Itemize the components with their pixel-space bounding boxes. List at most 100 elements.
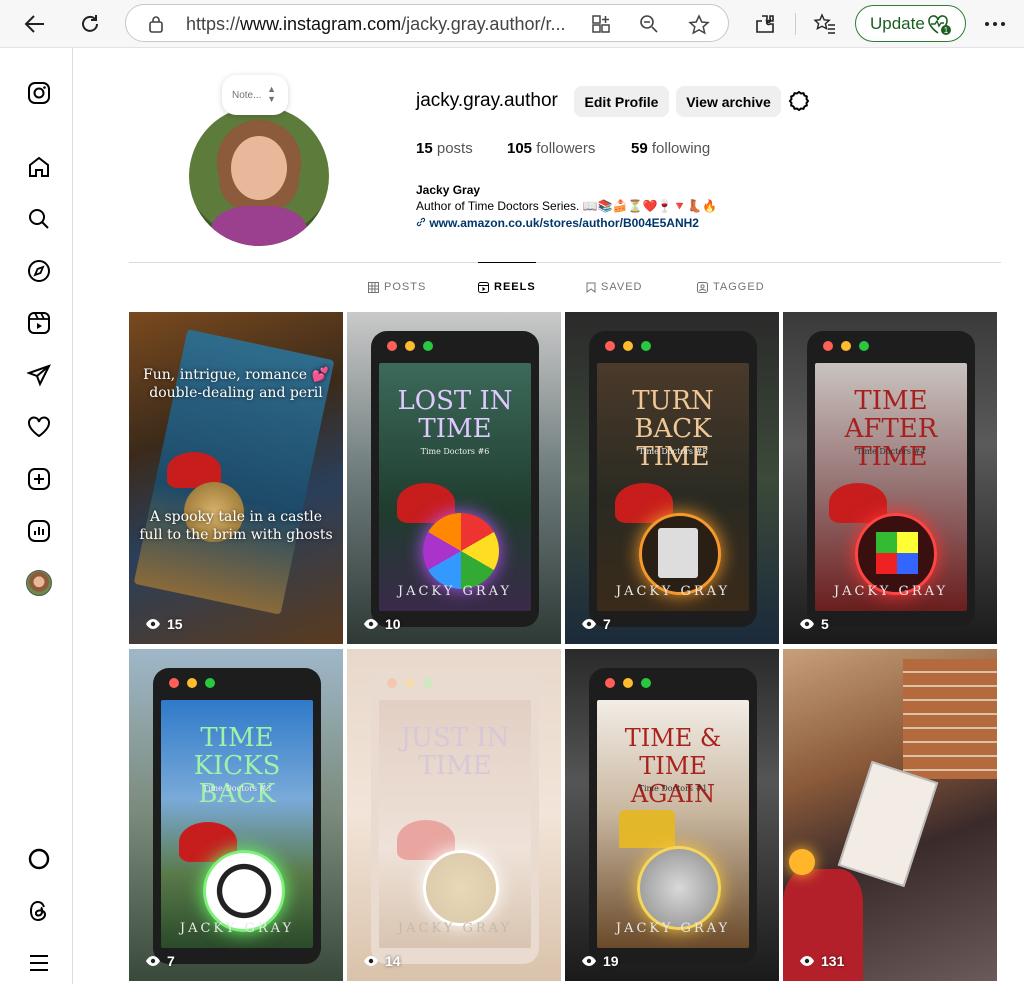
meta-ai-icon[interactable] bbox=[26, 846, 52, 872]
profile-avatar-icon[interactable] bbox=[26, 570, 52, 596]
rubiks-cube-ring-image bbox=[855, 513, 937, 595]
book-author: JACKY GRAY bbox=[833, 584, 949, 599]
eye-icon bbox=[364, 956, 378, 966]
notifications-heart-icon[interactable] bbox=[26, 414, 52, 440]
book-in-hand-image bbox=[837, 760, 939, 888]
book-author: JACKY GRAY bbox=[397, 921, 513, 936]
back-icon[interactable] bbox=[20, 9, 50, 39]
favorite-star-icon[interactable] bbox=[688, 14, 710, 36]
lock-icon[interactable] bbox=[148, 15, 164, 33]
reel-views: 15 bbox=[145, 616, 183, 632]
reel-tile[interactable]: TIME AFTER TIME Time Doctors #4 JACKY GR… bbox=[783, 312, 997, 644]
reel-views: 7 bbox=[581, 616, 611, 632]
book-subtitle: Time Doctors #3 bbox=[202, 784, 272, 793]
tabs-divider bbox=[129, 262, 1001, 263]
reel-views: 19 bbox=[581, 953, 619, 969]
reel-tile[interactable]: Fun, intrigue, romance 💕 double-dealing … bbox=[129, 312, 343, 644]
profile-full-name: Jacky Gray bbox=[416, 183, 481, 197]
extensions-icon[interactable] bbox=[750, 9, 780, 39]
tab-saved[interactable]: SAVED bbox=[586, 281, 642, 293]
edit-profile-button[interactable]: Edit Profile bbox=[574, 86, 669, 117]
book-title: TIME KICKS BACK bbox=[193, 723, 281, 809]
health-heart-icon: 1 bbox=[928, 15, 951, 35]
insights-icon[interactable] bbox=[26, 518, 52, 544]
link-icon bbox=[416, 217, 426, 227]
reel-tile[interactable]: TURN BACK TIME Time Doctors #5 JACKY GRA… bbox=[565, 312, 779, 644]
book-title: LOST IN TIME bbox=[397, 386, 513, 444]
profile-website-link[interactable]: www.amazon.co.uk/stores/author/B004E5ANH… bbox=[416, 216, 699, 230]
view-archive-button[interactable]: View archive bbox=[676, 86, 781, 117]
eye-icon bbox=[146, 619, 160, 629]
note-bubble[interactable]: Note... ▲ ▼ bbox=[222, 75, 288, 115]
reels-tab-icon bbox=[478, 281, 489, 293]
reel-tile[interactable]: JUST IN TIME JACKY GRAY 14 bbox=[347, 649, 561, 981]
reel-views: 14 bbox=[363, 953, 401, 969]
profile-website-text: www.amazon.co.uk/stores/author/B004E5ANH… bbox=[429, 216, 699, 230]
reel-overlay-top: Fun, intrigue, romance 💕 double-dealing … bbox=[143, 367, 329, 401]
home-icon[interactable] bbox=[26, 154, 52, 180]
reel-tile[interactable]: 131 bbox=[783, 649, 997, 981]
eye-icon bbox=[582, 619, 596, 629]
profile-avatar[interactable] bbox=[189, 106, 329, 246]
threads-icon[interactable] bbox=[26, 898, 52, 924]
football-ring-image bbox=[203, 850, 285, 932]
reel-overlay-bottom: A spooky tale in a castle full to the br… bbox=[139, 509, 333, 543]
following-stat[interactable]: 59 following bbox=[631, 140, 710, 157]
book-title: TIME & TIME AGAIN bbox=[624, 724, 722, 808]
reel-tile[interactable]: TIME & TIME AGAIN Time Doctors #1 JACKY … bbox=[565, 649, 779, 981]
phone-frame: TIME & TIME AGAIN Time Doctors #1 JACKY … bbox=[589, 668, 757, 964]
note-label: Note... bbox=[232, 90, 262, 101]
phone-frame: TIME KICKS BACK Time Doctors #3 JACKY GR… bbox=[153, 668, 321, 964]
update-badge: 1 bbox=[944, 26, 949, 35]
eye-icon bbox=[364, 619, 378, 629]
instagram-logo-icon[interactable] bbox=[26, 80, 52, 106]
reel-tile[interactable]: LOST IN TIME Time Doctors #6 JACKY GRAY … bbox=[347, 312, 561, 644]
coin-ring-image bbox=[423, 850, 499, 926]
phone-frame: LOST IN TIME Time Doctors #6 JACKY GRAY bbox=[371, 331, 539, 627]
reel-views: 7 bbox=[145, 953, 175, 969]
eye-icon bbox=[146, 956, 160, 966]
brick-fireplace-image bbox=[903, 659, 997, 779]
phone-frame: TURN BACK TIME Time Doctors #5 JACKY GRA… bbox=[589, 331, 757, 627]
more-menu-icon[interactable] bbox=[980, 9, 1010, 39]
book-author: JACKY GRAY bbox=[615, 921, 731, 936]
create-post-icon[interactable] bbox=[26, 466, 52, 492]
note-arrows-icon: ▲ ▼ bbox=[267, 84, 276, 104]
book-author: JACKY GRAY bbox=[179, 921, 295, 936]
book-subtitle: Time Doctors #5 bbox=[638, 447, 708, 456]
phone-frame: JUST IN TIME JACKY GRAY bbox=[371, 668, 539, 964]
gameboy-ring-image bbox=[639, 513, 721, 595]
grid-icon bbox=[368, 281, 379, 293]
zoom-out-icon[interactable] bbox=[639, 14, 659, 34]
tab-reels[interactable]: REELS bbox=[478, 262, 536, 293]
book-subtitle: Time Doctors #1 bbox=[638, 784, 708, 793]
followers-stat[interactable]: 105 followers bbox=[507, 140, 595, 157]
reels-grid: Fun, intrigue, romance 💕 double-dealing … bbox=[129, 312, 1001, 984]
eye-icon bbox=[800, 619, 814, 629]
book-author: JACKY GRAY bbox=[397, 584, 513, 599]
tab-tagged[interactable]: TAGGED bbox=[697, 281, 765, 293]
posts-stat: 15 posts bbox=[416, 140, 473, 157]
explore-icon[interactable] bbox=[26, 258, 52, 284]
refresh-icon[interactable] bbox=[75, 9, 105, 39]
bookmark-icon bbox=[586, 282, 596, 293]
update-label: Update bbox=[870, 13, 925, 33]
menu-hamburger-icon[interactable] bbox=[26, 950, 52, 976]
tab-posts[interactable]: POSTS bbox=[368, 281, 426, 293]
update-button[interactable]: Update 1 bbox=[855, 5, 966, 42]
book-subtitle: Time Doctors #4 bbox=[856, 447, 926, 456]
messages-icon[interactable] bbox=[26, 362, 52, 388]
reel-views: 10 bbox=[363, 616, 401, 632]
silver-coin-ring-image bbox=[637, 846, 721, 930]
address-bar[interactable]: https://www.instagram.com/jacky.gray.aut… bbox=[125, 4, 729, 42]
book-title: TIME AFTER TIME bbox=[844, 386, 938, 472]
search-icon[interactable] bbox=[26, 206, 52, 232]
reels-icon[interactable] bbox=[26, 310, 52, 336]
settings-gear-icon[interactable] bbox=[788, 90, 810, 112]
reel-tile[interactable]: TIME KICKS BACK Time Doctors #3 JACKY GR… bbox=[129, 649, 343, 981]
toolbar-divider bbox=[795, 13, 796, 35]
favorites-icon[interactable] bbox=[810, 9, 840, 39]
app-grid-icon[interactable] bbox=[591, 14, 611, 34]
crown-image bbox=[619, 810, 675, 848]
tagged-user-icon bbox=[697, 281, 708, 293]
